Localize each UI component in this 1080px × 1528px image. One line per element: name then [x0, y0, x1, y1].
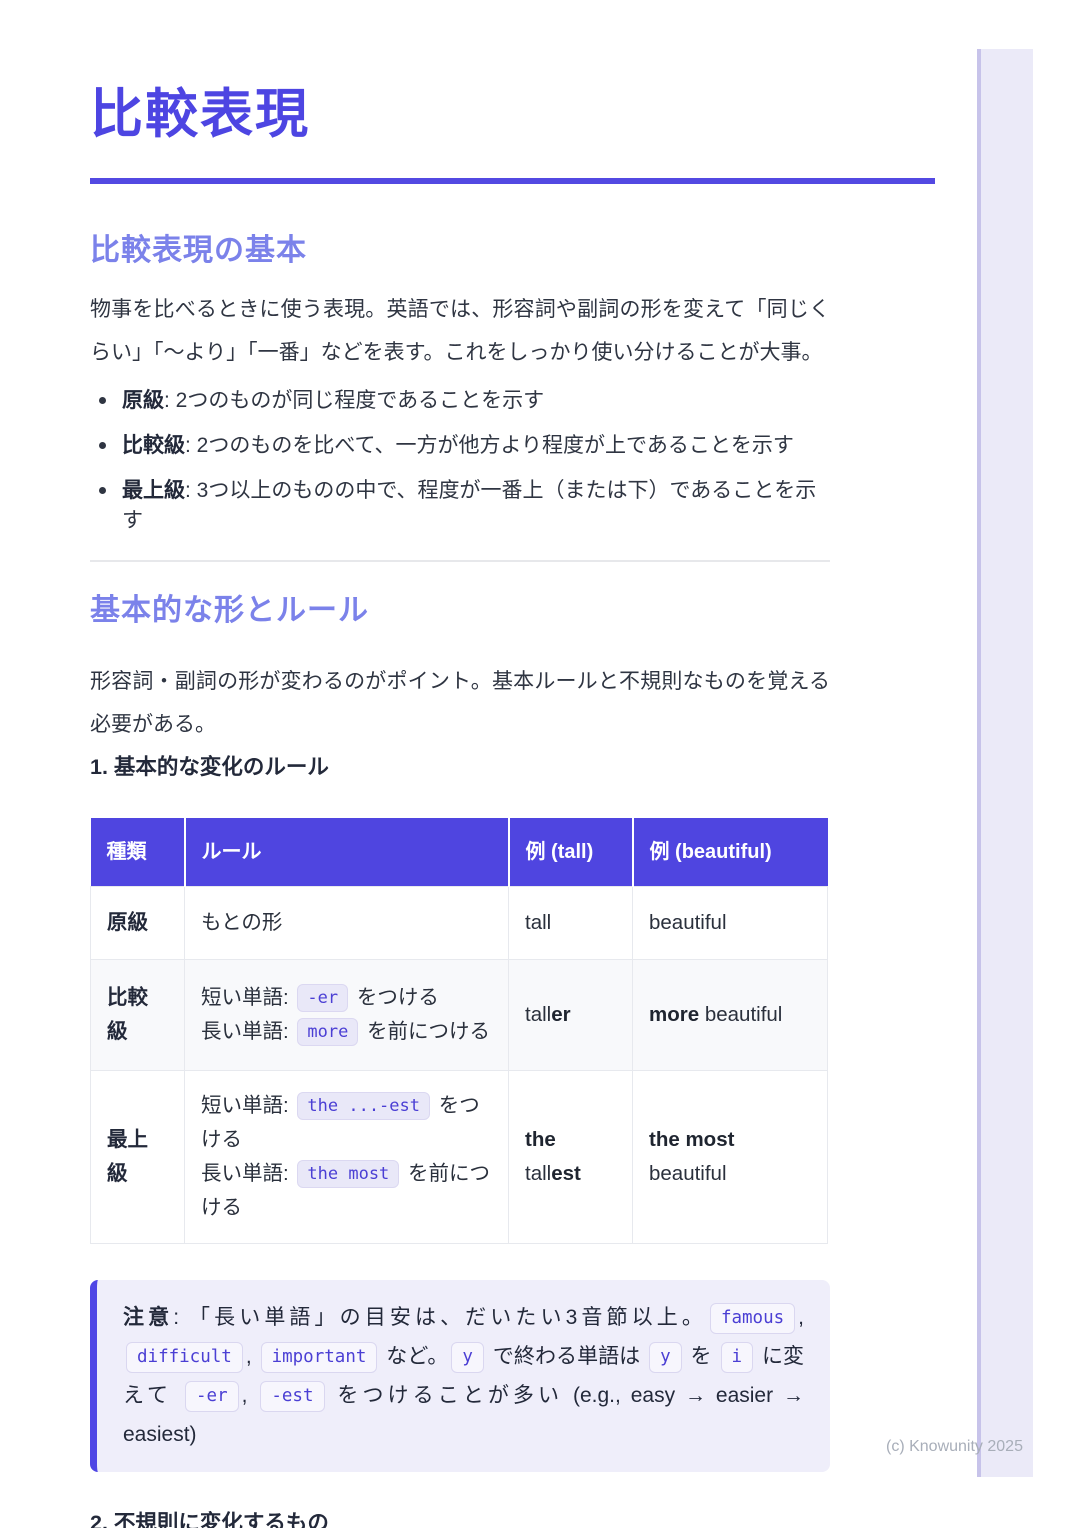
term: 比較級 — [122, 434, 185, 457]
note-callout: 注意: 「長い単語」の目安は、だいたい3音節以上。famous, difficu… — [90, 1280, 830, 1472]
code-chip: i — [721, 1342, 754, 1373]
cell-example-tall: taller — [509, 960, 633, 1071]
cell-example-tall: tall — [509, 887, 633, 960]
footer-copyright: (c) Knowunity 2025 — [886, 1438, 1023, 1456]
cell-example-beautiful: the mostbeautiful — [633, 1071, 828, 1244]
table-header-cell-rule: ルール — [185, 818, 509, 887]
note-label: 注意 — [123, 1306, 173, 1329]
table-header-cell-kind: 種類 — [91, 818, 185, 887]
section-heading-rules: 基本的な形とルール — [90, 592, 830, 630]
note-content: : 「長い単語」の目安は、だいたい3音節以上。famous, difficult… — [123, 1306, 804, 1446]
bullet-dot-icon — [99, 442, 106, 449]
code-chip: the ...-est — [297, 1092, 430, 1120]
bullet-dot-icon — [99, 397, 106, 404]
code-chip: y — [649, 1342, 682, 1373]
section-divider — [90, 560, 830, 562]
term: 原級 — [122, 389, 164, 412]
code-chip: more — [297, 1018, 358, 1046]
page-title: 比較表現 — [90, 84, 830, 146]
term: 最上級 — [122, 479, 185, 502]
table-row: 原級 もとの形 tall beautiful — [91, 887, 828, 960]
code-chip: important — [261, 1342, 378, 1373]
table-header-row: 種類 ルール 例 (tall) 例 (beautiful) — [91, 818, 828, 887]
code-chip: -er — [185, 1381, 239, 1412]
comparison-table: 種類 ルール 例 (tall) 例 (beautiful) 原級 もとの形 ta… — [90, 818, 828, 1244]
scrollbar-track[interactable] — [977, 49, 1033, 1477]
title-underline — [90, 178, 935, 184]
table-row: 最上級 短い単語: the ...-est をつける長い単語: the most… — [91, 1071, 828, 1244]
list-item: 比較級: 2つのものを比べて、一方が他方より程度が上であることを示す — [90, 431, 830, 461]
term-description: : 2つのものを比べて、一方が他方より程度が上であることを示す — [185, 434, 794, 457]
list-item: 最上級: 3つ以上のものの中で、程度が一番上（または下）であることを示す — [90, 476, 830, 536]
code-chip: -est — [260, 1381, 324, 1412]
cell-example-tall: thetallest — [509, 1071, 633, 1244]
cell-kind: 最上級 — [91, 1071, 185, 1244]
code-chip: difficult — [126, 1342, 243, 1373]
code-chip: -er — [297, 984, 348, 1012]
term-description: : 3つ以上のものの中で、程度が一番上（または下）であることを示す — [122, 479, 816, 532]
code-chip: famous — [710, 1303, 795, 1334]
table-header-cell-example-tall: 例 (tall) — [509, 818, 633, 887]
document-page: 比較表現 比較表現の基本 物事を比べるときに使う表現。英語では、形容詞や副詞の形… — [0, 0, 1080, 1528]
code-chip: the most — [297, 1160, 399, 1188]
table-row: 比較級 短い単語: -er をつける長い単語: more を前につける tall… — [91, 960, 828, 1071]
page-content: 比較表現 比較表現の基本 物事を比べるときに使う表現。英語では、形容詞や副詞の形… — [90, 0, 830, 1528]
subsection-heading-1: 1. 基本的な変化のルール — [90, 752, 830, 782]
cell-rule: 短い単語: the ...-est をつける長い単語: the most を前に… — [185, 1071, 509, 1244]
code-chip: y — [451, 1342, 484, 1373]
subsection-heading-2: 2. 不規則に変化するもの — [90, 1508, 830, 1528]
paragraph-rules: 形容詞・副詞の形が変わるのがポイント。基本ルールと不規則なものを覚える必要がある… — [90, 660, 830, 746]
cell-example-beautiful: more beautiful — [633, 960, 828, 1071]
cell-rule: もとの形 — [185, 887, 509, 960]
table-header-cell-example-beautiful: 例 (beautiful) — [633, 818, 828, 887]
cell-rule: 短い単語: -er をつける長い単語: more を前につける — [185, 960, 509, 1071]
bullet-list: 原級: 2つのものが同じ程度であることを示す 比較級: 2つのものを比べて、一方… — [90, 386, 830, 536]
section-heading-basics: 比較表現の基本 — [90, 232, 830, 270]
cell-kind: 原級 — [91, 887, 185, 960]
cell-example-beautiful: beautiful — [633, 887, 828, 960]
list-item: 原級: 2つのものが同じ程度であることを示す — [90, 386, 830, 416]
cell-kind: 比較級 — [91, 960, 185, 1071]
bullet-dot-icon — [99, 487, 106, 494]
term-description: : 2つのものが同じ程度であることを示す — [164, 389, 544, 412]
paragraph-basics: 物事を比べるときに使う表現。英語では、形容詞や副詞の形を変えて「同じくらい」「〜… — [90, 288, 830, 374]
